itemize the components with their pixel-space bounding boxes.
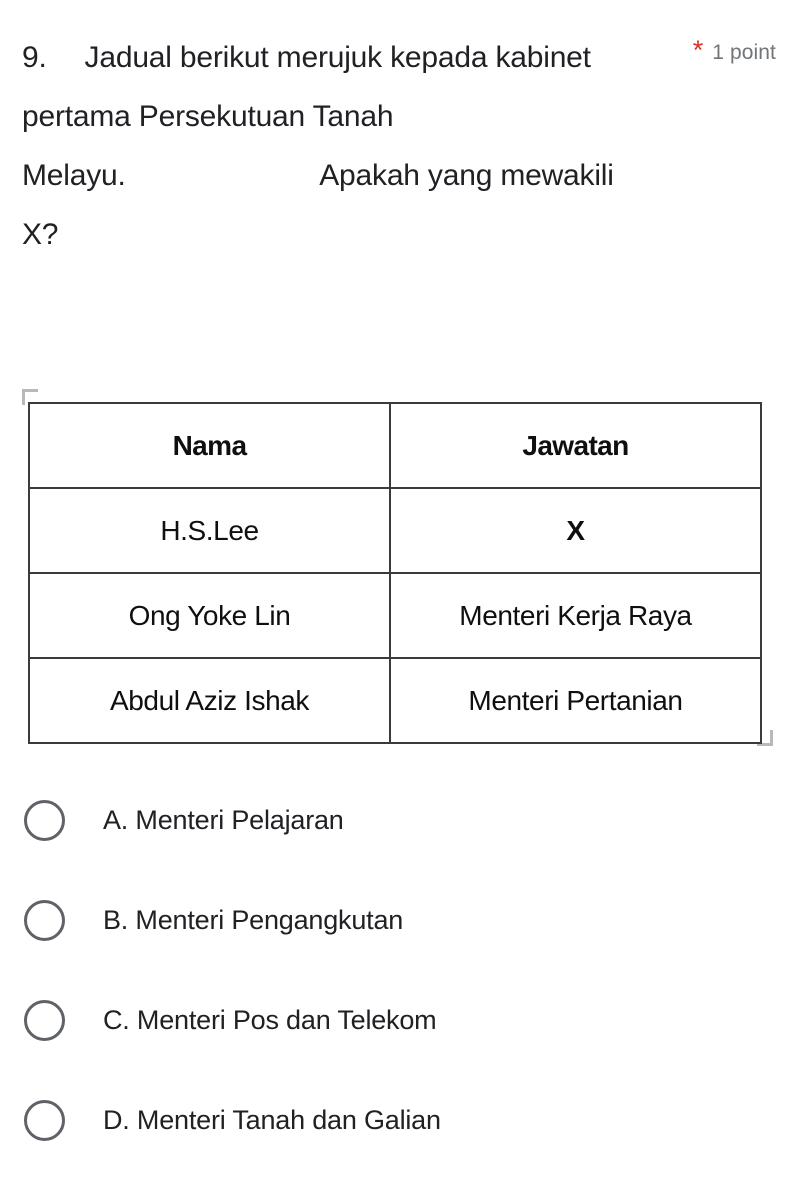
radio-button-icon[interactable] — [24, 799, 65, 841]
question-title: 9. Jadual berikut merujuk kepada kabinet… — [22, 41, 622, 251]
option-b-label: B. Menteri Pengangkutan — [103, 905, 404, 935]
table-cell-role: X — [389, 487, 762, 574]
table-cell-role: Menteri Kerja Raya — [389, 572, 762, 659]
table-cell-name: Ong Yoke Lin — [28, 572, 391, 659]
option-c-label: C. Menteri Pos dan Telekom — [103, 1005, 437, 1035]
quiz-question-page: 9. Jadual berikut merujuk kepada kabinet… — [0, 0, 792, 1187]
required-asterisk-icon: * — [692, 35, 704, 65]
answer-options-group: A. Menteri Pelajaran B. Menteri Pengangk… — [0, 770, 792, 1170]
points-label: 1 point — [712, 41, 776, 64]
table-header-jawatan: Jawatan — [389, 402, 762, 489]
option-a[interactable]: A. Menteri Pelajaran — [0, 770, 792, 870]
table-row: H.S.Lee X — [28, 487, 762, 574]
table-cell-name: H.S.Lee — [28, 487, 391, 574]
radio-button-icon[interactable] — [24, 999, 65, 1041]
option-a-label: A. Menteri Pelajaran — [103, 805, 344, 835]
table-cell-name: Abdul Aziz Ishak — [28, 657, 391, 744]
radio-button-icon[interactable] — [24, 1099, 65, 1141]
table-header-nama: Nama — [28, 402, 391, 489]
option-c[interactable]: C. Menteri Pos dan Telekom — [0, 970, 792, 1070]
radio-button-icon[interactable] — [24, 899, 65, 941]
table-header-row: Nama Jawatan — [28, 402, 762, 489]
points-block: * 1 point — [692, 35, 776, 65]
table-row: Abdul Aziz Ishak Menteri Pertanian — [28, 657, 762, 744]
cabinet-table: Nama Jawatan H.S.Lee X Ong Yoke Lin Ment… — [28, 402, 762, 744]
table-cell-role: Menteri Pertanian — [389, 657, 762, 744]
cabinet-table-image: Nama Jawatan H.S.Lee X Ong Yoke Lin Ment… — [0, 385, 792, 750]
option-d[interactable]: D. Menteri Tanah dan Galian — [0, 1070, 792, 1170]
option-b[interactable]: B. Menteri Pengangkutan — [0, 870, 792, 970]
option-d-label: D. Menteri Tanah dan Galian — [103, 1105, 441, 1135]
table-row: Ong Yoke Lin Menteri Kerja Raya — [28, 572, 762, 659]
